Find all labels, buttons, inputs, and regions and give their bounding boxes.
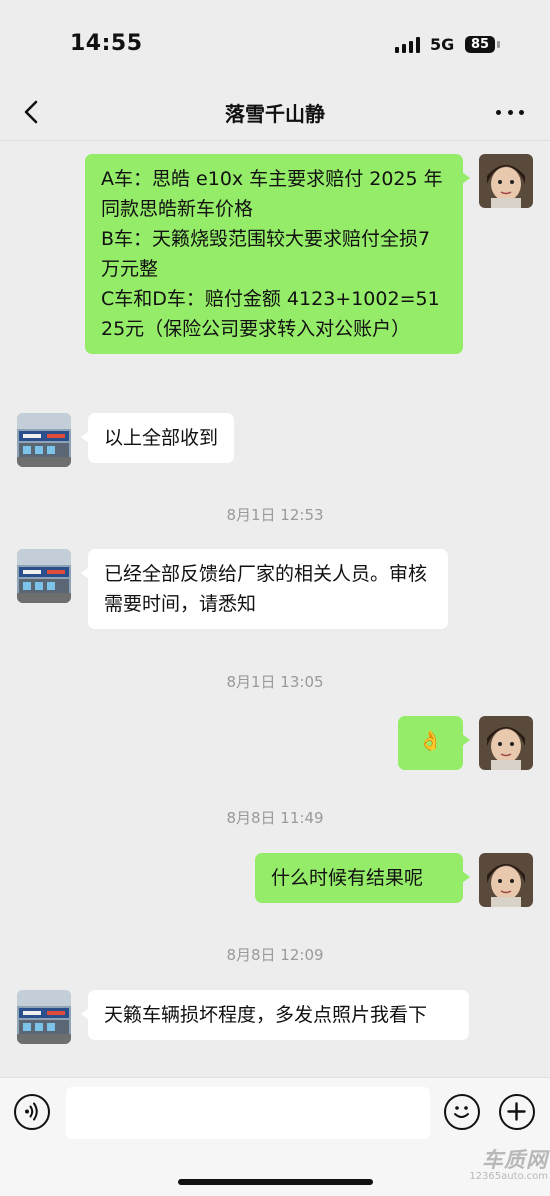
message-bubble-outgoing[interactable]: 什么时候有结果呢 [255, 853, 470, 903]
home-indicator[interactable] [178, 1179, 373, 1185]
watermark-logo-text: 车质网 [482, 1148, 548, 1172]
message-bubble-incoming[interactable]: 已经全部反馈给厂家的相关人员。审核需要时间，请悉知 [81, 549, 448, 629]
message-timestamp: 8月1日 12:53 [226, 506, 324, 524]
message-input[interactable] [66, 1087, 430, 1139]
my-avatar[interactable] [479, 154, 533, 208]
my-avatar[interactable] [479, 716, 533, 770]
chat-area[interactable]: A车：思皓 e10x 车主要求赔付 2025 年同款思皓新车价格 B车：天籁烧毁… [0, 141, 550, 1077]
contact-avatar[interactable] [17, 990, 71, 1044]
message-bubble-incoming[interactable]: 天籁车辆损坏程度，多发点照片我看下 [81, 990, 469, 1040]
message-bubble-incoming[interactable]: 以上全部收到 [80, 413, 235, 463]
status-bar: 14:55 5G 85 [0, 0, 550, 88]
message-timestamp: 8月8日 12:09 [226, 946, 324, 964]
message-bubble-outgoing[interactable]: A车：思皓 e10x 车主要求赔付 2025 年同款思皓新车价格 B车：天籁烧毁… [85, 154, 470, 354]
emoji-button[interactable] [444, 1094, 480, 1130]
message-bubble-outgoing[interactable]: 👌 [398, 716, 470, 770]
more-icon[interactable] [496, 106, 524, 118]
voice-input-button[interactable] [14, 1094, 50, 1130]
battery-icon: 85 [465, 36, 495, 53]
contact-avatar[interactable] [17, 413, 71, 467]
input-bar: 车质网 12365auto.com [0, 1077, 550, 1196]
status-time: 14:55 [70, 31, 143, 56]
site-watermark: 车质网 12365auto.com [454, 1149, 548, 1183]
chat-header: 落雪千山静 [0, 88, 550, 141]
more-functions-button[interactable] [499, 1094, 535, 1130]
battery-tip [497, 41, 500, 48]
message-timestamp: 8月1日 13:05 [226, 673, 324, 691]
plus-icon [507, 1102, 526, 1121]
network-type: 5G [430, 35, 455, 54]
watermark-url: 12365auto.com [469, 1171, 548, 1182]
signal-icon [395, 37, 422, 53]
emoji-icon [454, 1106, 469, 1118]
voice-icon [25, 1102, 38, 1121]
chat-title: 落雪千山静 [225, 102, 325, 126]
message-timestamp: 8月8日 11:49 [226, 809, 324, 827]
contact-avatar[interactable] [17, 549, 71, 603]
my-avatar[interactable] [479, 853, 533, 907]
